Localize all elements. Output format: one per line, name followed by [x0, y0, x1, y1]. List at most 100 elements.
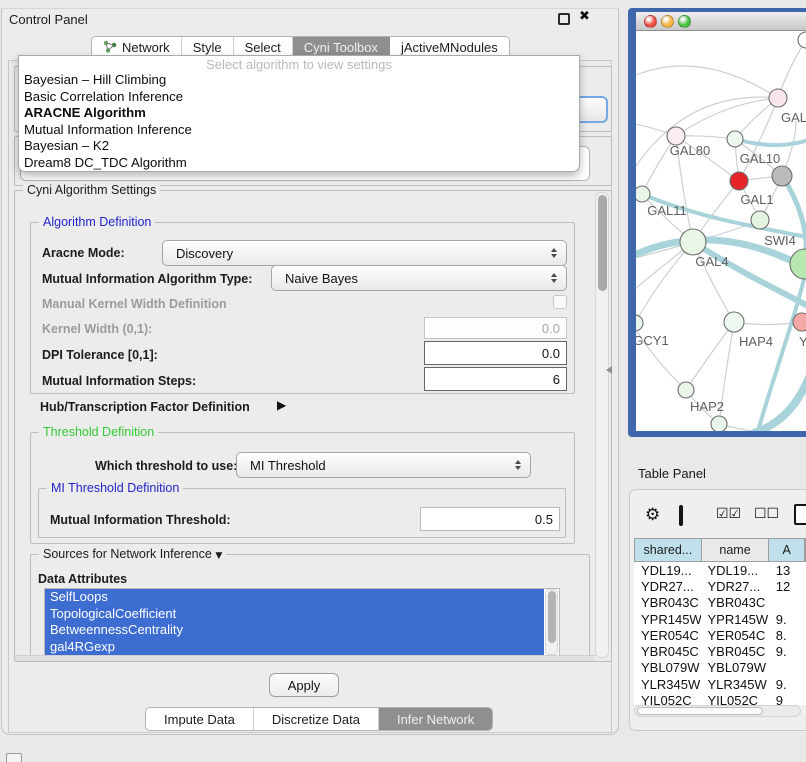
table-cell: YBR043C: [701, 595, 769, 610]
expand-down-icon[interactable]: ▼: [215, 551, 222, 561]
column-header-shared[interactable]: shared...: [635, 539, 702, 561]
algorithm-definition-legend: Algorithm Definition: [39, 215, 155, 229]
mi-threshold-field[interactable]: 0.5: [420, 507, 560, 531]
attribute-list-scrollbar-thumb[interactable]: [548, 591, 556, 643]
which-threshold-label: Which threshold to use:: [95, 459, 237, 473]
minimize-traffic-light-icon[interactable]: [661, 15, 674, 28]
table-row[interactable]: YPR145WYPR145W9.: [634, 611, 806, 627]
apply-button[interactable]: Apply: [269, 673, 339, 697]
network-node-hap4[interactable]: [724, 312, 744, 332]
mi-type-combo[interactable]: Naive Bayes: [271, 265, 567, 291]
mi-threshold-legend: MI Threshold Definition: [47, 481, 183, 495]
combo-stepper-icon: [551, 248, 557, 258]
table-cell: YDL19...: [701, 563, 769, 578]
float-window-icon[interactable]: [558, 13, 570, 25]
tab-label: Select: [245, 40, 281, 55]
close-icon[interactable]: ✖: [579, 9, 590, 24]
table-cell: YIL052C: [701, 693, 769, 705]
dropdown-item-basic-correlation-inference[interactable]: Basic Correlation Inference: [19, 89, 579, 106]
dropdown-item-mutual-information-inference[interactable]: Mutual Information Inference: [19, 122, 579, 139]
settings-hscroll[interactable]: [15, 655, 595, 661]
table-row[interactable]: YDR27...YDR27...12: [634, 578, 806, 594]
bottom-tab-discretize-data[interactable]: Discretize Data: [254, 708, 379, 730]
network-node[interactable]: [772, 166, 792, 186]
aracne-mode-combo[interactable]: Discovery: [162, 240, 567, 266]
table-row[interactable]: YBR043CYBR043C: [634, 595, 806, 611]
mi-threshold-value: 0.5: [535, 512, 553, 527]
attribute-item-gal4rgexp[interactable]: gal4RGexp: [45, 639, 544, 656]
screen: Control Panel ✖ NetworkStyleSelectCyni T…: [0, 0, 806, 762]
table-cell: YPR145W: [634, 612, 701, 627]
table-row[interactable]: YLR345WYLR345W9.: [634, 676, 806, 692]
columns-icon[interactable]: [679, 505, 683, 526]
network-node-label: GAL1: [740, 192, 773, 207]
attribute-item-betweennesscentrality[interactable]: BetweennessCentrality: [45, 622, 544, 639]
combo-stepper-icon: [551, 273, 557, 283]
bottom-tabbar: Impute Data Discretize Data Infer Network: [145, 707, 493, 731]
zoom-traffic-light-icon[interactable]: [678, 15, 691, 28]
table-cell: YER054C: [634, 628, 701, 643]
close-traffic-light-icon[interactable]: [644, 15, 657, 28]
table-row[interactable]: YIL052CYIL052C9: [634, 692, 806, 705]
which-threshold-combo[interactable]: MI Threshold: [236, 452, 531, 478]
panel-collapse-arrow-icon[interactable]: [606, 366, 612, 374]
network-node-gal1[interactable]: [730, 172, 748, 190]
table-row[interactable]: YBL079WYBL079W: [634, 660, 806, 676]
dropdown-item-bayesian-hill-climbing[interactable]: Bayesian – Hill Climbing: [19, 72, 579, 89]
network-node-label: GAL11: [647, 203, 687, 218]
expand-right-icon[interactable]: ▶: [277, 398, 286, 412]
network-node-hap2[interactable]: [678, 382, 694, 398]
bottom-tab-infer-network[interactable]: Infer Network: [379, 708, 492, 730]
network-node-y[interactable]: [793, 313, 806, 331]
bottom-tab-label: Impute Data: [164, 712, 235, 727]
control-panel-title: Control Panel: [9, 12, 88, 27]
settings-scrollbar-thumb[interactable]: [598, 195, 607, 291]
network-node-label: HAP2: [690, 399, 724, 414]
network-node[interactable]: [711, 416, 727, 431]
dropdown-item-bayesian-k2[interactable]: Bayesian – K2: [19, 138, 579, 155]
checked-pair-icon[interactable]: ☑☑: [716, 506, 741, 522]
network-node-gal4[interactable]: [680, 229, 706, 255]
bottom-tab-label: Discretize Data: [272, 712, 360, 727]
attribute-list-scrollbar[interactable]: [545, 589, 558, 655]
table-hscrollbar[interactable]: [634, 705, 801, 717]
table-row[interactable]: YBR045CYBR045C9.: [634, 643, 806, 659]
network-node[interactable]: [798, 32, 806, 48]
sources-legend: Sources for Network Inference ▼: [39, 547, 226, 561]
table-row[interactable]: YER054CYER054C8.: [634, 627, 806, 643]
mi-steps-field[interactable]: 6: [424, 367, 567, 391]
tab-label: Network: [122, 40, 170, 55]
network-node-label: GAL80: [670, 143, 710, 158]
network-node-gal11[interactable]: [636, 186, 650, 202]
network-window-titlebar[interactable]: [636, 12, 806, 31]
network-node-gal10[interactable]: [727, 131, 743, 147]
page-icon[interactable]: [794, 504, 806, 525]
attribute-item-topologicalcoefficient[interactable]: TopologicalCoefficient: [45, 606, 544, 623]
settings-scrollbar[interactable]: [595, 192, 609, 658]
network-node-swi4[interactable]: [751, 211, 769, 229]
mi-steps-value: 6: [553, 372, 560, 387]
table-hscrollbar-thumb[interactable]: [637, 707, 763, 715]
dropdown-item-aracne-algorithm[interactable]: ARACNE Algorithm: [19, 105, 579, 122]
table-cell: 9.: [770, 677, 806, 692]
network-node[interactable]: [790, 249, 806, 279]
network-node-gal[interactable]: [769, 89, 787, 107]
unchecked-pair-icon[interactable]: ☐☐: [754, 506, 779, 522]
table-cell: YIL052C: [634, 693, 701, 705]
gear-icon[interactable]: ⚙: [645, 505, 660, 525]
table-row[interactable]: YDL19...YDL19...13: [634, 562, 806, 578]
data-attributes-list[interactable]: SelfLoopsTopologicalCoefficientBetweenne…: [44, 588, 560, 656]
network-node-gcy1[interactable]: [636, 315, 643, 331]
network-node-label: HAP4: [739, 334, 773, 349]
hub-definition-label[interactable]: Hub/Transcription Factor Definition: [40, 400, 250, 414]
bottom-tab-impute-data[interactable]: Impute Data: [146, 708, 254, 730]
network-canvas[interactable]: GALGAL80GAL10GAL1GAL11SWI4GAL4GCY1HAP4YH…: [636, 31, 806, 431]
column-header-a[interactable]: A: [769, 539, 805, 561]
manual-kernel-checkbox: [553, 295, 567, 309]
attribute-item-selfloops[interactable]: SelfLoops: [45, 589, 544, 606]
minimized-panel-icon[interactable]: [6, 753, 22, 762]
dpi-tolerance-label: DPI Tolerance [0,1]:: [42, 348, 158, 362]
column-header-name[interactable]: name: [702, 539, 770, 561]
dropdown-item-dream8-dc-tdc-algorithm[interactable]: Dream8 DC_TDC Algorithm: [19, 155, 579, 172]
dpi-tolerance-field[interactable]: 0.0: [424, 341, 567, 365]
